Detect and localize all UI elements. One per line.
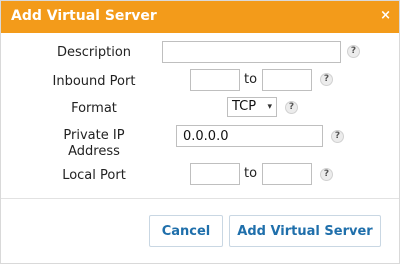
- inbound-port-help-icon[interactable]: ?: [320, 73, 333, 86]
- format-select[interactable]: TCP ▾: [227, 97, 277, 117]
- private-ip-label-line1: Private IP: [63, 128, 125, 143]
- format-label: Format: [71, 101, 117, 116]
- close-icon[interactable]: ×: [380, 9, 391, 23]
- cancel-button[interactable]: Cancel: [149, 215, 223, 247]
- add-virtual-server-dialog: Add Virtual Server × Description ? Inbou…: [0, 0, 400, 264]
- local-port-label: Local Port: [62, 168, 126, 183]
- dialog-titlebar: Add Virtual Server ×: [1, 1, 399, 33]
- add-virtual-server-button[interactable]: Add Virtual Server: [229, 215, 381, 247]
- private-ip-label: Private IP Address: [29, 128, 159, 160]
- format-help-icon[interactable]: ?: [285, 101, 298, 114]
- local-port-to-input[interactable]: [262, 163, 312, 185]
- private-ip-label-line2: Address: [68, 144, 120, 159]
- description-input[interactable]: [162, 41, 341, 63]
- dialog-title: Add Virtual Server: [11, 8, 157, 24]
- description-help-icon[interactable]: ?: [347, 45, 360, 58]
- footer-divider: [1, 198, 399, 199]
- private-ip-help-icon[interactable]: ?: [331, 130, 344, 143]
- private-ip-input[interactable]: [176, 125, 323, 147]
- format-selected-value: TCP: [232, 99, 257, 114]
- inbound-port-to-label: to: [244, 72, 258, 87]
- description-label: Description: [56, 45, 132, 60]
- chevron-down-icon: ▾: [267, 102, 272, 112]
- local-port-help-icon[interactable]: ?: [320, 168, 333, 181]
- inbound-port-to-input[interactable]: [262, 69, 312, 91]
- local-port-to-label: to: [244, 166, 258, 181]
- inbound-port-from-input[interactable]: [190, 69, 240, 91]
- local-port-from-input[interactable]: [190, 163, 240, 185]
- inbound-port-label: Inbound Port: [52, 74, 136, 89]
